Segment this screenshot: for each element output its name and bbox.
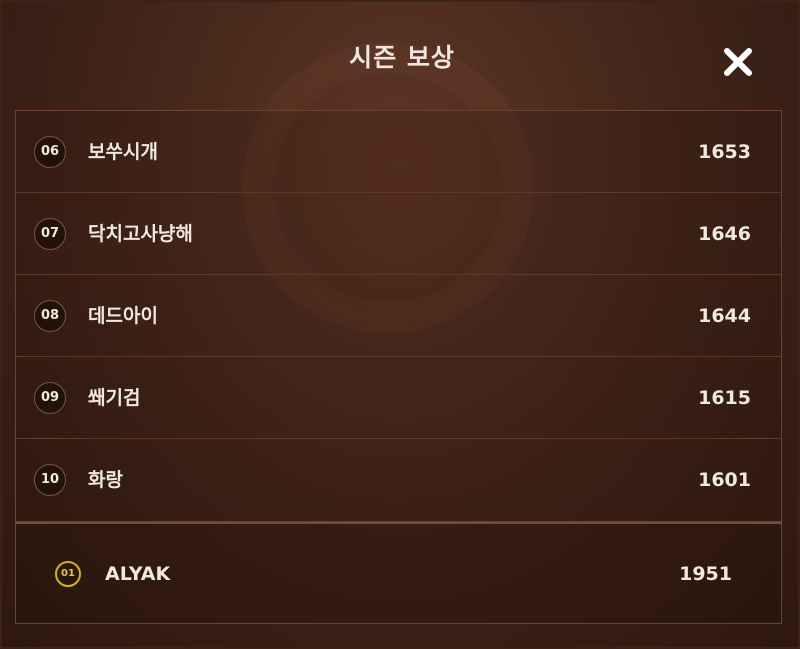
player-name: 데드아이: [88, 305, 158, 327]
dialog-title: 시즌 보상: [349, 43, 455, 72]
ranking-row: 10 화랑 1601: [16, 439, 781, 521]
season-reward-dialog: 시즌 보상 06 보쑤시개 1653 07 닥치고사냥해 1646 08 데드아…: [0, 0, 800, 649]
rank-badge: 10: [34, 464, 66, 496]
player-name: 닥치고사냥해: [88, 223, 193, 245]
player-score: 1601: [698, 469, 751, 491]
my-ranking-row: 01 ALYAK 1951: [15, 522, 782, 624]
ranking-list[interactable]: 06 보쑤시개 1653 07 닥치고사냥해 1646 08 데드아이 1644…: [15, 110, 782, 522]
my-player-score: 1951: [679, 563, 732, 585]
player-score: 1615: [698, 387, 751, 409]
ranking-row: 07 닥치고사냥해 1646: [16, 193, 781, 275]
rank-badge: 08: [34, 300, 66, 332]
close-icon: [724, 48, 752, 76]
player-name: 보쑤시개: [88, 141, 158, 163]
rank-badge: 09: [34, 382, 66, 414]
rank-badge: 06: [34, 136, 66, 168]
player-score: 1646: [698, 223, 751, 245]
ranking-row: 06 보쑤시개 1653: [16, 111, 781, 193]
player-name: 화랑: [88, 469, 123, 491]
my-rank-badge: 01: [55, 561, 81, 587]
player-score: 1653: [698, 141, 751, 163]
ranking-row: 08 데드아이 1644: [16, 275, 781, 357]
close-button[interactable]: [718, 42, 758, 82]
my-player-name: ALYAK: [105, 563, 171, 585]
player-name: 쐐기검: [88, 387, 141, 409]
ranking-row: 09 쐐기검 1615: [16, 357, 781, 439]
player-score: 1644: [698, 305, 751, 327]
rank-badge: 07: [34, 218, 66, 250]
